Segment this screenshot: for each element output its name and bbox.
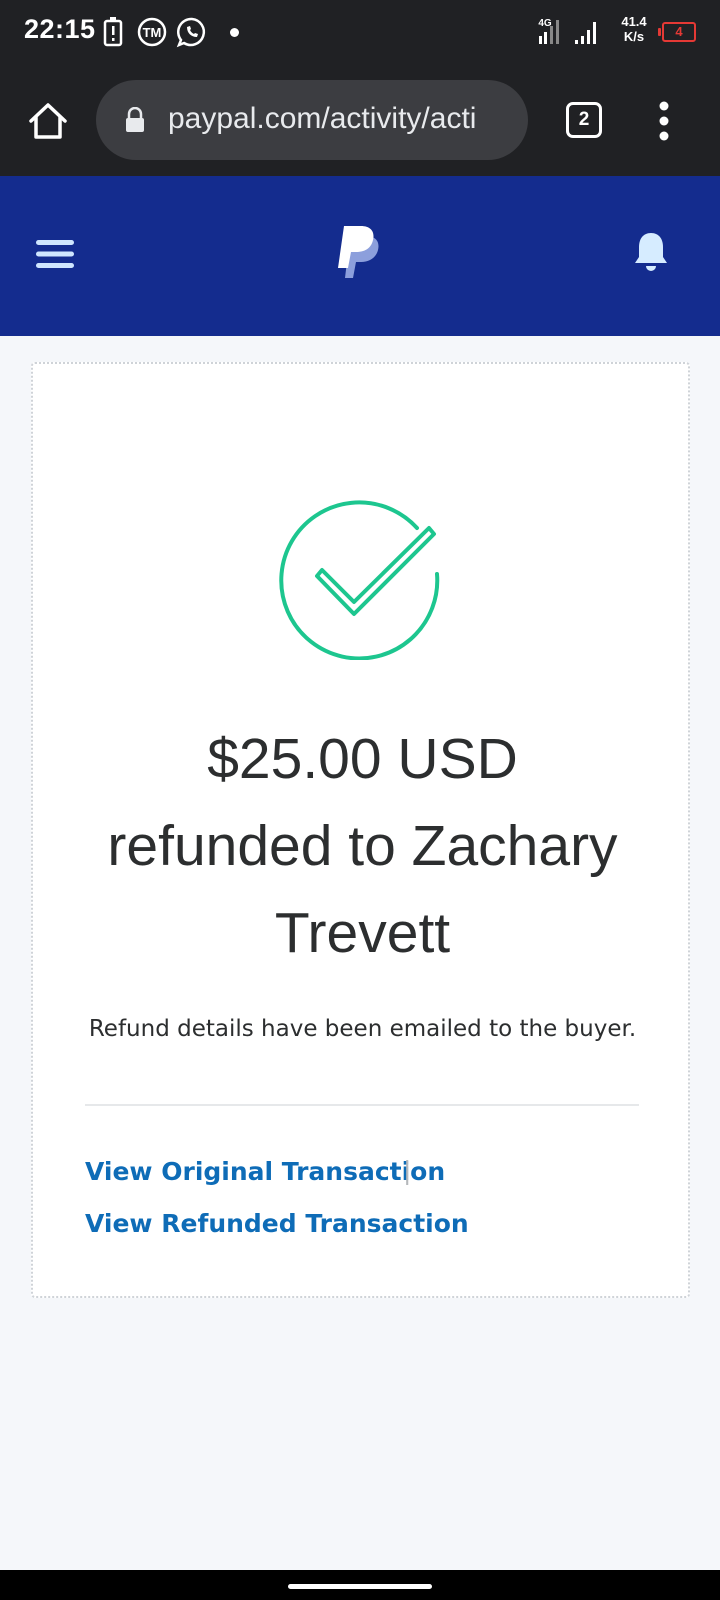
network-speed: 41.4 K/s: [621, 14, 647, 44]
link-separator: |: [403, 1156, 412, 1185]
status-time: 22:15: [24, 14, 96, 44]
overflow-menu-icon[interactable]: [652, 100, 676, 142]
hamburger-menu-icon[interactable]: [36, 238, 74, 270]
tab-switcher-button[interactable]: 2: [566, 102, 602, 138]
view-original-transaction-link[interactable]: View Original Transaction: [85, 1157, 445, 1186]
refund-recipient-surname: Trevett: [274, 901, 451, 965]
refund-confirmation-card: $25.00 USD refunded to Zachary Trevett R…: [31, 362, 690, 1298]
refund-recipient-line: refunded to Zachary: [107, 814, 618, 878]
browser-toolbar: paypal.com/activity/acti 2: [0, 66, 720, 176]
status-bar: 22:15 TM 4G 41.4 K/s 4: [0, 0, 720, 66]
system-nav-bar: [0, 1570, 720, 1600]
home-gesture-handle[interactable]: [288, 1584, 432, 1589]
paypal-logo-icon[interactable]: [336, 222, 388, 282]
battery-indicator: 4: [658, 22, 696, 42]
notification-bell-icon[interactable]: [632, 230, 670, 274]
address-bar[interactable]: paypal.com/activity/acti: [96, 80, 528, 160]
battery-saver-icon: [103, 17, 123, 47]
success-check-icon: [279, 500, 440, 660]
whatsapp-icon: [176, 17, 206, 48]
battery-level: 4: [675, 24, 683, 39]
notification-dot: [230, 28, 239, 37]
tm-app-icon: TM: [137, 17, 167, 47]
svg-text:4G: 4G: [538, 18, 552, 29]
svg-text:TM: TM: [143, 25, 162, 40]
refund-headline: $25.00 USD refunded to Zachary Trevett: [53, 716, 672, 977]
divider: [85, 1104, 639, 1106]
url-text: paypal.com/activity/acti: [168, 102, 477, 135]
lock-icon: [126, 107, 144, 132]
signal-4g-icon: 4G: [538, 18, 559, 44]
home-icon[interactable]: [26, 99, 70, 143]
signal-strength-icon: [575, 22, 596, 44]
tab-count: 2: [578, 109, 590, 130]
paypal-header: [0, 176, 720, 336]
view-refunded-transaction-link[interactable]: View Refunded Transaction: [85, 1209, 469, 1238]
refund-details-text: Refund details have been emailed to the …: [88, 1016, 637, 1042]
refund-amount: $25.00 USD: [207, 727, 518, 791]
